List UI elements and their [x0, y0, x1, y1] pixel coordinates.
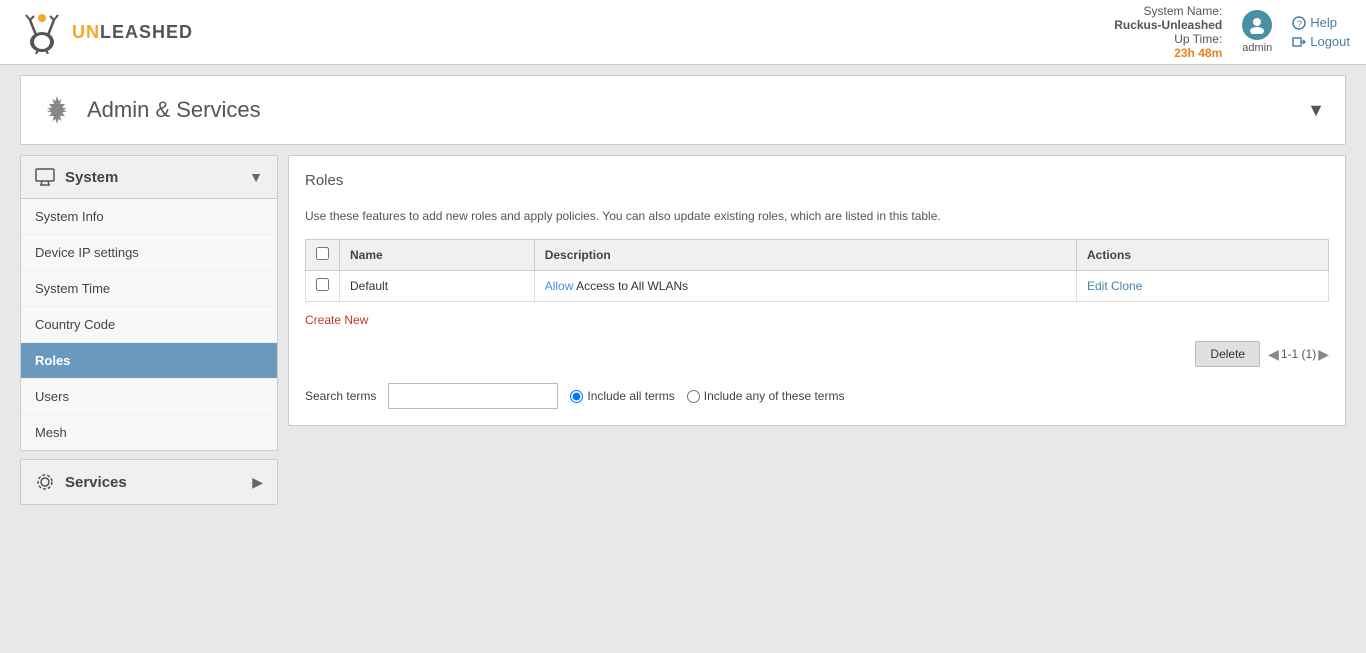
services-section: Services ▶	[20, 459, 278, 505]
system-section-header[interactable]: System ▼	[21, 156, 277, 199]
logo-text: UNLEASHED	[72, 22, 193, 43]
admin-area: admin	[1242, 10, 1272, 54]
monitor-icon	[35, 168, 55, 186]
uptime-label: Up Time:	[1114, 32, 1222, 46]
system-name-value: Ruckus-Unleashed	[1114, 18, 1222, 32]
table-bottom-bar: Delete ◀ 1-1 (1) ▶	[305, 341, 1329, 367]
header-description-col: Description	[534, 240, 1076, 271]
logout-label: Logout	[1310, 34, 1350, 49]
gear-icon	[41, 94, 73, 126]
prev-page-arrow[interactable]: ◀	[1268, 346, 1279, 363]
roles-table-head: Name Description Actions	[306, 240, 1329, 271]
logout-link[interactable]: Logout	[1292, 34, 1350, 49]
services-section-header[interactable]: Services ▶	[21, 460, 277, 504]
sidebar: System ▼ System InfoDevice IP settingsSy…	[20, 155, 278, 513]
action-edit-link[interactable]: Edit	[1087, 279, 1108, 293]
system-items-list: System InfoDevice IP settingsSystem Time…	[21, 199, 277, 450]
pagination-text: 1-1 (1)	[1281, 347, 1316, 361]
roles-header-row: Name Description Actions	[306, 240, 1329, 271]
logo-leashed: LEASHED	[100, 22, 193, 42]
action-clone-link[interactable]: Clone	[1111, 279, 1142, 293]
header-checkbox-col	[306, 240, 340, 271]
help-label: Help	[1310, 15, 1337, 30]
radio-include-any[interactable]	[687, 390, 700, 403]
top-right-area: System Name: Ruckus-Unleashed Up Time: 2…	[1114, 4, 1350, 60]
roles-table-body: DefaultAllow Access to All WLANsEdit Clo…	[306, 271, 1329, 302]
system-expand-arrow: ▼	[249, 169, 263, 185]
services-header-left: Services	[35, 472, 127, 492]
radio-include-all-option[interactable]: Include all terms	[570, 389, 674, 403]
help-link[interactable]: ? Help	[1292, 15, 1350, 30]
admin-avatar	[1242, 10, 1272, 40]
system-info-display: System Name: Ruckus-Unleashed Up Time: 2…	[1114, 4, 1222, 60]
sidebar-item-country-code[interactable]: Country Code	[21, 307, 277, 343]
uptime-value: 23h 48m	[1174, 46, 1222, 60]
logout-icon	[1292, 35, 1306, 49]
main-content: System ▼ System InfoDevice IP settingsSy…	[20, 155, 1346, 513]
services-section-title: Services	[65, 474, 127, 491]
roles-table: Name Description Actions DefaultAllow Ac…	[305, 239, 1329, 302]
admin-label: admin	[1242, 42, 1272, 54]
radio-include-any-label: Include any of these terms	[704, 389, 845, 403]
search-bar: Search terms Include all terms Include a…	[305, 383, 1329, 409]
delete-button[interactable]: Delete	[1195, 341, 1260, 367]
sidebar-item-system-info[interactable]: System Info	[21, 199, 277, 235]
sidebar-item-users[interactable]: Users	[21, 379, 277, 415]
page-title: Admin & Services	[87, 97, 261, 123]
sidebar-item-mesh[interactable]: Mesh	[21, 415, 277, 450]
uptime-text: Up Time: 23h 48m	[1114, 32, 1222, 60]
system-name-label: System Name:	[1114, 4, 1222, 18]
system-name-text: System Name: Ruckus-Unleashed	[1114, 4, 1222, 32]
search-input[interactable]	[388, 383, 558, 409]
roles-panel-title: Roles	[305, 172, 1329, 197]
system-section: System ▼ System InfoDevice IP settingsSy…	[20, 155, 278, 451]
sidebar-item-roles[interactable]: Roles	[21, 343, 277, 379]
system-header-left: System	[35, 168, 118, 186]
search-label: Search terms	[305, 389, 376, 403]
pagination: ◀ 1-1 (1) ▶	[1268, 346, 1329, 363]
roles-panel: Roles Use these features to add new role…	[288, 155, 1346, 426]
page-header: Admin & Services ▼	[20, 75, 1346, 145]
header-actions-col: Actions	[1076, 240, 1328, 271]
radio-include-all-label: Include all terms	[587, 389, 674, 403]
sidebar-item-system-time[interactable]: System Time	[21, 271, 277, 307]
row-actions: Edit Clone	[1076, 271, 1328, 302]
roles-description: Use these features to add new roles and …	[305, 207, 1329, 225]
header-name-col: Name	[340, 240, 535, 271]
radio-include-all[interactable]	[570, 390, 583, 403]
collapse-arrow[interactable]: ▼	[1307, 100, 1325, 121]
nav-links: ? Help Logout	[1292, 15, 1350, 49]
services-expand-arrow: ▶	[252, 474, 263, 491]
system-section-title: System	[65, 169, 118, 186]
logo-area: UNLEASHED	[16, 10, 193, 54]
page-header-left: Admin & Services	[41, 94, 261, 126]
services-icon	[35, 472, 55, 492]
svg-text:?: ?	[1297, 19, 1302, 29]
next-page-arrow[interactable]: ▶	[1318, 346, 1329, 363]
user-icon	[1248, 16, 1266, 34]
radio-include-any-option[interactable]: Include any of these terms	[687, 389, 845, 403]
help-icon: ?	[1292, 16, 1306, 30]
row-description: Allow Access to All WLANs	[534, 271, 1076, 302]
sidebar-item-device-ip-settings[interactable]: Device IP settings	[21, 235, 277, 271]
create-new-link[interactable]: Create New	[305, 313, 368, 327]
row-name: Default	[340, 271, 535, 302]
top-nav: UNLEASHED System Name: Ruckus-Unleashed …	[0, 0, 1366, 65]
ruckus-logo	[16, 10, 68, 54]
logo-un: UN	[72, 22, 100, 42]
row-checkbox[interactable]	[316, 278, 329, 291]
select-all-checkbox[interactable]	[316, 247, 329, 260]
table-row: DefaultAllow Access to All WLANsEdit Clo…	[306, 271, 1329, 302]
